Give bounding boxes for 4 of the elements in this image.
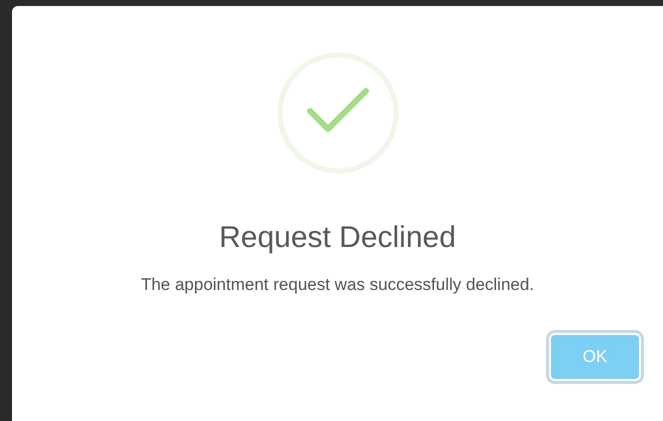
dialog-message: The appointment request was successfully declined. (140, 275, 534, 295)
success-check-icon (276, 51, 400, 175)
ok-button[interactable]: OK (549, 333, 641, 381)
dialog-title: Request Declined (219, 221, 456, 255)
